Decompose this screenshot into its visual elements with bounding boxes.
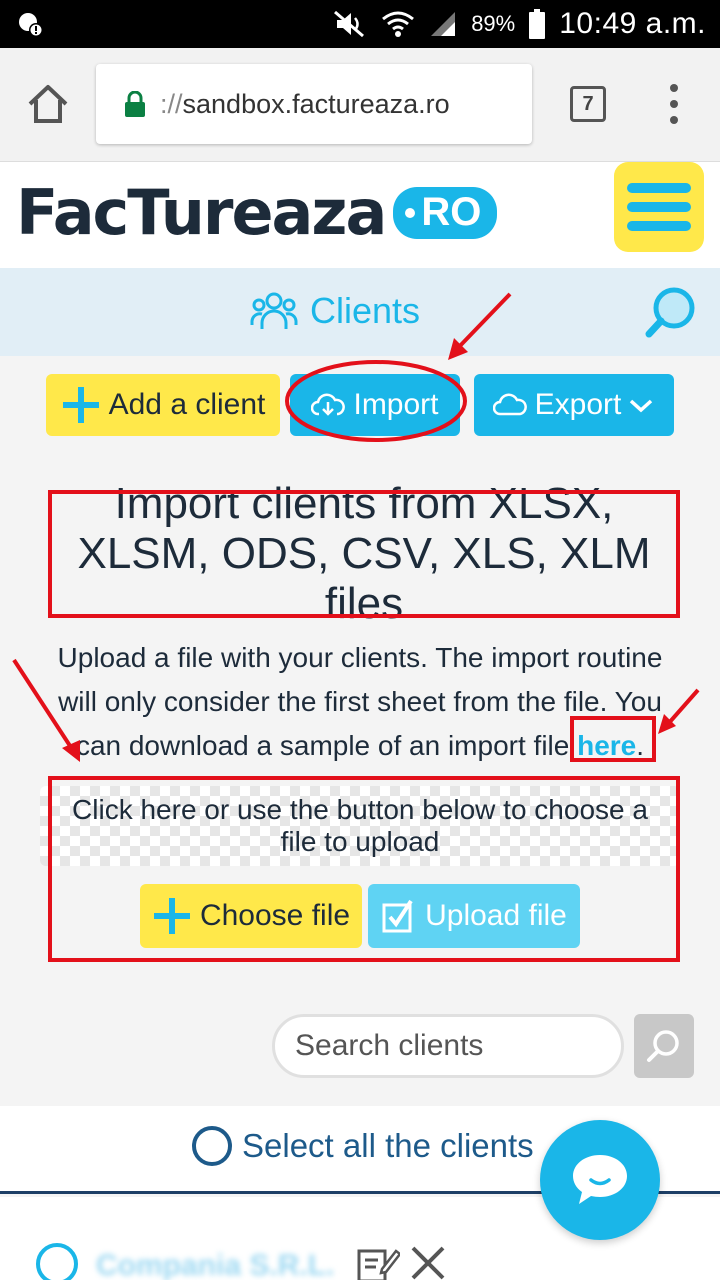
search-icon[interactable] xyxy=(644,284,700,340)
checkbox-check-icon xyxy=(382,899,413,933)
cloud-icon xyxy=(492,393,527,416)
import-label: Import xyxy=(353,388,439,421)
status-bar: 89% 10:49 a.m. xyxy=(0,0,720,48)
battery-percent: 89% xyxy=(471,11,516,36)
lock-icon xyxy=(125,91,145,117)
home-icon[interactable] xyxy=(26,82,70,126)
select-all-radio[interactable] xyxy=(192,1126,232,1166)
upload-file-button[interactable]: Upload file xyxy=(368,884,580,948)
logo-suffix: RO xyxy=(393,186,498,239)
delete-icon[interactable] xyxy=(410,1245,446,1280)
page-title-text: Clients xyxy=(310,290,421,331)
logo-wordmark: FacTureaza xyxy=(16,176,387,249)
search-icon xyxy=(647,1030,679,1062)
select-all-label: Select all the clients xyxy=(242,1127,534,1164)
page-title-bar: Clients xyxy=(0,268,720,356)
client-name[interactable]: Compania S.R.L. xyxy=(96,1249,334,1280)
hamburger-menu-icon[interactable] xyxy=(614,162,704,252)
chevron-down-icon xyxy=(630,399,653,413)
overflow-menu-icon[interactable] xyxy=(664,84,684,124)
plus-icon xyxy=(62,387,99,423)
browser-toolbar: ://sandbox.factureaza.ro 7 xyxy=(0,48,720,162)
add-client-label: Add a client xyxy=(108,388,266,421)
edit-icon[interactable] xyxy=(356,1243,400,1280)
export-dropdown-button[interactable]: Export xyxy=(474,374,674,436)
import-heading: Import clients from XLSX, XLSM, ODS, CSV… xyxy=(77,479,651,628)
search-clients-field[interactable] xyxy=(272,1014,624,1078)
site-header: FacTureaza RO xyxy=(0,162,720,268)
chat-bubble-icon xyxy=(573,1155,627,1204)
search-submit-button[interactable] xyxy=(634,1014,694,1078)
page-title: Clients xyxy=(250,290,420,332)
address-bar[interactable]: ://sandbox.factureaza.ro xyxy=(96,64,532,144)
export-label: Export xyxy=(534,388,622,421)
chat-button[interactable] xyxy=(540,1120,660,1240)
choose-file-label: Choose file xyxy=(199,899,351,932)
import-description: Upload a file with your clients. The imp… xyxy=(57,642,663,761)
users-icon xyxy=(250,292,298,329)
tab-switcher-button[interactable]: 7 xyxy=(570,86,606,122)
select-all-clients[interactable]: Select all the clients xyxy=(192,1126,534,1166)
notification-icon xyxy=(19,13,43,37)
row-select-radio[interactable] xyxy=(36,1243,78,1280)
choose-file-button[interactable]: Choose file xyxy=(140,884,362,948)
mute-icon xyxy=(334,10,365,38)
site-logo[interactable]: FacTureaza RO xyxy=(16,176,498,249)
search-clients-input[interactable] xyxy=(295,1029,605,1063)
upload-file-label: Upload file xyxy=(425,899,567,932)
cloud-download-icon xyxy=(311,393,346,416)
import-button[interactable]: Import xyxy=(290,374,460,436)
url-text: ://sandbox.factureaza.ro xyxy=(160,88,450,119)
sample-file-link[interactable]: here xyxy=(577,730,636,761)
plus-icon xyxy=(153,898,190,934)
add-client-button[interactable]: Add a client xyxy=(46,374,280,436)
battery-icon xyxy=(529,9,546,39)
signal-icon xyxy=(431,12,456,36)
wifi-icon xyxy=(382,11,415,37)
clock: 10:49 a.m. xyxy=(559,7,706,40)
file-dropzone[interactable]: Click here or use the button below to ch… xyxy=(40,786,680,866)
